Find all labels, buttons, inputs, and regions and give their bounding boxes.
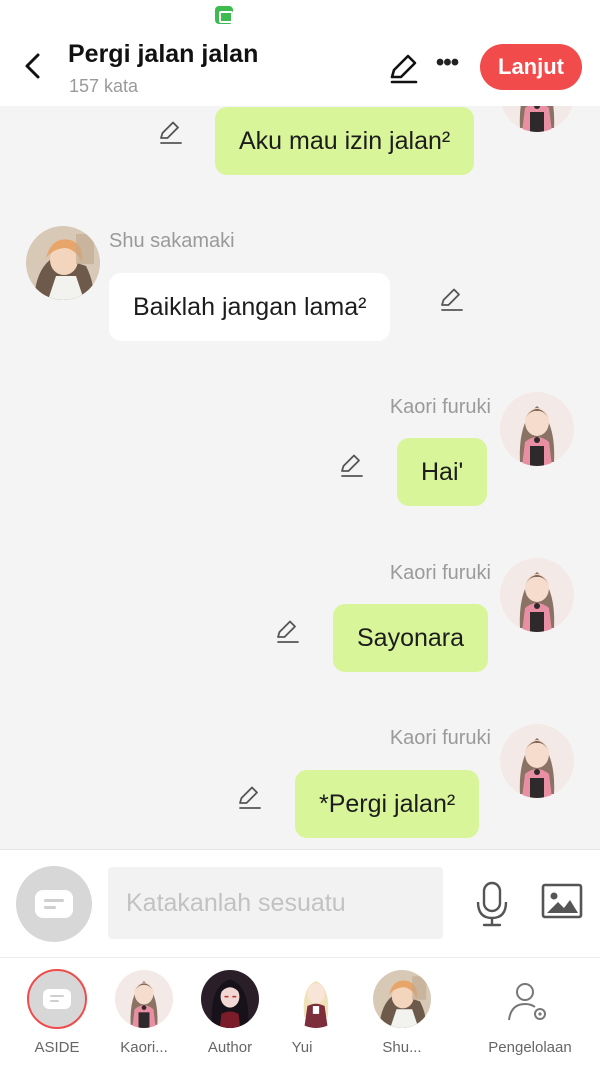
tab-manage[interactable]: Pengelolaan bbox=[480, 958, 580, 1067]
character-tab-bar: ASIDE Kaori... Author Yui Shu... Pengelo… bbox=[0, 957, 600, 1067]
back-button[interactable] bbox=[18, 50, 50, 82]
voice-button[interactable] bbox=[470, 880, 514, 928]
chat-area[interactable]: Aku mau izin jalan² Shu sakamaki Baiklah… bbox=[0, 106, 600, 849]
tab-label: Shu... bbox=[382, 1039, 422, 1056]
tab-shu[interactable]: Shu... bbox=[359, 958, 449, 1067]
sender-name: Kaori furuki bbox=[389, 727, 491, 749]
message-bubble[interactable]: Aku mau izin jalan² bbox=[215, 107, 475, 175]
avatar-image bbox=[500, 106, 574, 132]
avatar-shu[interactable] bbox=[26, 226, 100, 300]
microphone-icon bbox=[476, 881, 508, 927]
composer bbox=[0, 849, 600, 957]
aside-chat-icon bbox=[27, 969, 87, 1029]
message-input[interactable] bbox=[108, 867, 443, 939]
edit-message-button[interactable] bbox=[236, 783, 264, 811]
more-options-button[interactable]: ••• bbox=[432, 51, 462, 81]
avatar-kaori[interactable] bbox=[500, 106, 574, 132]
tab-kaori[interactable]: Kaori... bbox=[101, 958, 191, 1067]
edit-message-button[interactable] bbox=[157, 118, 185, 146]
message-bubble[interactable]: Hai' bbox=[397, 438, 488, 506]
avatar-yui bbox=[287, 970, 345, 1028]
user-settings-icon bbox=[508, 983, 546, 1021]
word-count: 157 kata bbox=[69, 76, 139, 96]
tab-label: Kaori... bbox=[120, 1039, 168, 1056]
message-bubble[interactable]: *Pergi jalan² bbox=[295, 770, 480, 838]
avatar-image bbox=[500, 724, 574, 798]
edit-story-button[interactable] bbox=[386, 51, 420, 85]
aside-mode-button[interactable] bbox=[16, 866, 92, 942]
avatar-image bbox=[500, 558, 574, 632]
tab-yui[interactable]: Yui bbox=[273, 958, 363, 1067]
more-dots-icon: ••• bbox=[435, 49, 459, 76]
avatar-author bbox=[201, 970, 259, 1028]
avatar-image bbox=[500, 392, 574, 466]
avatar-kaori[interactable] bbox=[500, 392, 574, 466]
story-title: Pergi jalan jalan bbox=[68, 40, 259, 68]
edit-message-button[interactable] bbox=[438, 285, 466, 313]
sender-name: Shu sakamaki bbox=[109, 230, 235, 252]
pencil-icon bbox=[277, 620, 299, 643]
pencil-icon bbox=[239, 786, 261, 809]
sender-name: Kaori furuki bbox=[389, 562, 491, 584]
image-button[interactable] bbox=[540, 882, 584, 922]
tab-aside[interactable]: ASIDE bbox=[14, 958, 104, 1067]
pencil-icon bbox=[341, 454, 363, 477]
avatar-image bbox=[26, 226, 100, 300]
pencil-icon bbox=[160, 121, 182, 144]
avatar-kaori bbox=[115, 970, 173, 1028]
status-strip bbox=[0, 0, 600, 34]
app-notification-icon bbox=[215, 6, 233, 24]
avatar-kaori[interactable] bbox=[500, 558, 574, 632]
edit-message-button[interactable] bbox=[338, 451, 366, 479]
edit-message-button[interactable] bbox=[274, 617, 302, 645]
tab-label: Yui bbox=[291, 1039, 313, 1056]
sender-name: Kaori furuki bbox=[389, 396, 491, 418]
pencil-icon bbox=[441, 288, 463, 311]
chevron-left-icon bbox=[25, 53, 40, 79]
message-bubble[interactable]: Baiklah jangan lama² bbox=[109, 273, 391, 341]
chat-bubble-icon bbox=[35, 890, 73, 918]
message-bubble[interactable]: Sayonara bbox=[333, 604, 489, 672]
pencil-icon bbox=[390, 54, 418, 84]
avatar-shu bbox=[373, 970, 431, 1028]
avatar-kaori[interactable] bbox=[500, 724, 574, 798]
tab-label: ASIDE bbox=[34, 1039, 80, 1056]
image-icon bbox=[541, 883, 583, 919]
next-button[interactable]: Lanjut bbox=[480, 44, 582, 90]
header: Pergi jalan jalan 157 kata ••• Lanjut bbox=[0, 34, 600, 106]
tab-label: Pengelolaan bbox=[488, 1039, 572, 1056]
